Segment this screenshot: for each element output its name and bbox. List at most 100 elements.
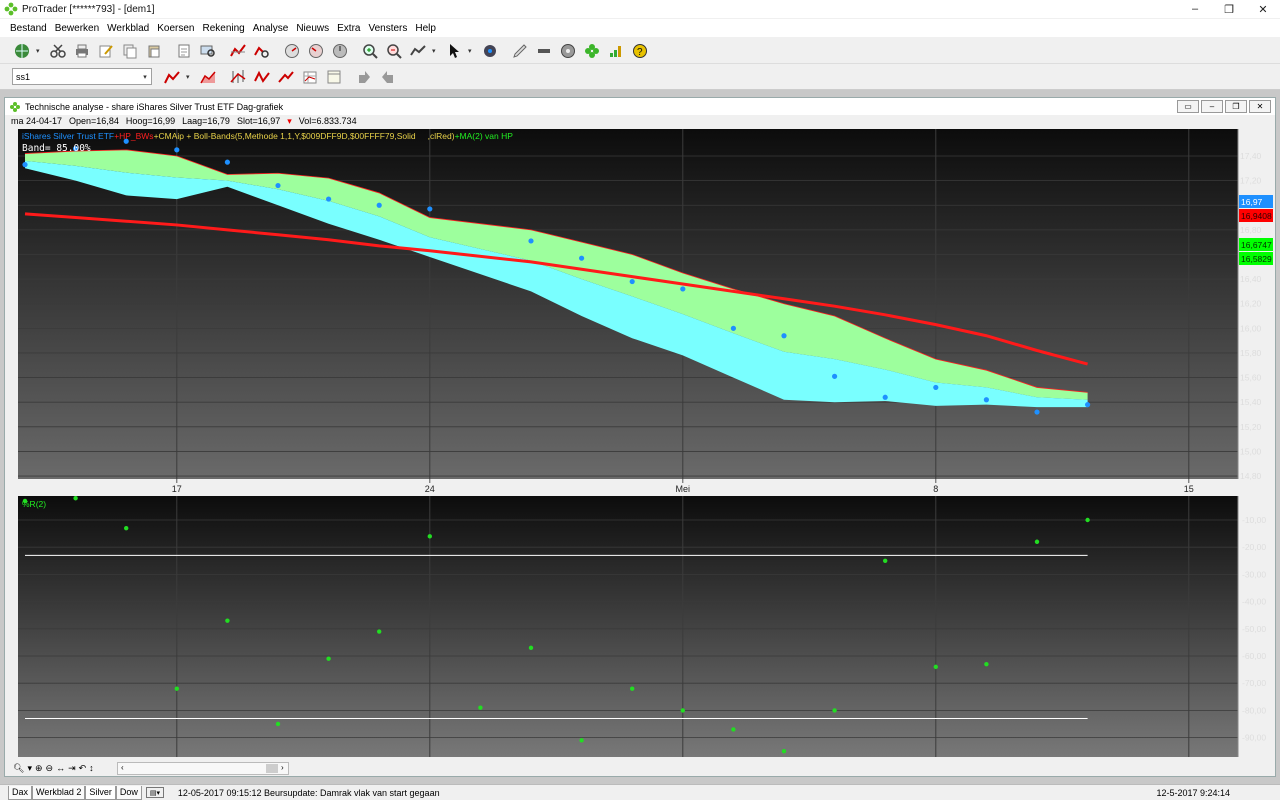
scroll-left-icon[interactable]: ‹: [121, 763, 124, 772]
legend-clred: ,clRed): [428, 131, 455, 141]
crosshair-icon[interactable]: [408, 41, 428, 61]
chevron-down-icon[interactable]: ▾: [186, 73, 194, 81]
menu-extra[interactable]: Extra: [337, 23, 360, 34]
sheet-icon[interactable]: [324, 67, 344, 87]
menu-help[interactable]: Help: [415, 23, 436, 34]
chart-search-icon[interactable]: [252, 41, 272, 61]
edit-icon[interactable]: [96, 41, 116, 61]
zoom-in-tool-icon[interactable]: [360, 41, 380, 61]
chart-window-restore-button[interactable]: ❐: [1225, 100, 1247, 113]
scale-icon[interactable]: ↕: [89, 763, 94, 773]
document-icon[interactable]: [174, 41, 194, 61]
r-tick-label: -30,00: [1242, 569, 1266, 579]
side-label: 16,9408: [1241, 211, 1272, 221]
chevron-down-icon[interactable]: ▾: [468, 47, 476, 55]
gauge-gray-icon[interactable]: [330, 41, 350, 61]
cursor-icon[interactable]: [444, 41, 464, 61]
price-point: [983, 397, 990, 403]
menu-analyse[interactable]: Analyse: [253, 23, 289, 34]
printer-icon[interactable]: [72, 41, 92, 61]
table-chart-icon[interactable]: [300, 67, 320, 87]
chart-window-minimize-button[interactable]: –: [1201, 100, 1223, 113]
chevron-down-icon[interactable]: ▾: [139, 73, 151, 81]
zoom-out-tool-icon[interactable]: [384, 41, 404, 61]
legend-ma: +MA(2) van HP: [455, 131, 514, 141]
tab-werkblad-2[interactable]: Werkblad 2: [32, 785, 86, 800]
gauge-icon[interactable]: [282, 41, 302, 61]
chevron-down-icon[interactable]: ▾: [27, 763, 32, 774]
chart-window: Technische analyse - share iShares Silve…: [4, 97, 1276, 777]
tab-list-icon[interactable]: ▤▾: [145, 787, 164, 798]
chart-line-icon[interactable]: [162, 67, 182, 87]
r-tick-label: -60,00: [1242, 651, 1266, 661]
worksheet-selector[interactable]: ss1 ▾: [12, 68, 152, 85]
chevron-down-icon[interactable]: ▾: [432, 47, 440, 55]
trend-icon[interactable]: [276, 67, 296, 87]
chart-window-close-button[interactable]: ✕: [1249, 100, 1271, 113]
price-point: [882, 394, 888, 400]
menu-bewerken[interactable]: Bewerken: [55, 23, 99, 34]
end-icon[interactable]: ⇥: [68, 763, 76, 774]
chart-window-title: Technische analyse - share iShares Silve…: [25, 101, 284, 112]
menu-nieuws[interactable]: Nieuws: [296, 23, 329, 34]
help-icon[interactable]: ?: [630, 41, 650, 61]
target-icon[interactable]: [480, 41, 500, 61]
zoom-out-icon[interactable]: ⊖: [46, 763, 54, 774]
chart-line-icon[interactable]: [228, 41, 248, 61]
scroll-thumb[interactable]: [266, 764, 278, 773]
menu-bestand[interactable]: Bestand: [10, 23, 47, 34]
ohlc-open: Open=16,84: [69, 116, 119, 126]
r-panel-label: %R(2): [22, 499, 46, 509]
chart-area-icon[interactable]: [198, 67, 218, 87]
chevron-down-icon[interactable]: ▾: [36, 47, 44, 55]
close-button[interactable]: ✕: [1246, 0, 1280, 18]
r-point: [377, 629, 382, 634]
price-point: [528, 238, 534, 244]
fit-icon[interactable]: ↔: [56, 763, 65, 773]
tab-dax[interactable]: Dax: [8, 785, 33, 800]
menu-werkblad[interactable]: Werkblad: [107, 23, 149, 34]
ohlc-close: Slot=16,97: [236, 116, 281, 126]
menu-vensters[interactable]: Vensters: [368, 23, 407, 34]
minimize-button[interactable]: –: [1178, 0, 1212, 18]
export-icon[interactable]: [378, 67, 398, 87]
tab-silver[interactable]: Silver: [85, 785, 116, 800]
globe-icon[interactable]: [12, 41, 32, 61]
signal-icon[interactable]: [606, 41, 626, 61]
scissors-icon[interactable]: [48, 41, 68, 61]
legend-indicator: +CMAip + Boll-Bands(5,Methode 1,1,Y,$009…: [154, 131, 416, 141]
gauge-red-icon[interactable]: [306, 41, 326, 61]
clover-icon[interactable]: [582, 41, 602, 61]
price-point: [174, 147, 180, 153]
legend-instrument: iShares Silver Trust ETF: [22, 131, 114, 141]
r-tick-label: -90,00: [1242, 733, 1266, 743]
ruler-icon[interactable]: [534, 41, 554, 61]
menu-rekening[interactable]: Rekening: [202, 23, 244, 34]
search-icon[interactable]: 🔍︎: [13, 763, 24, 774]
zoom-in-icon[interactable]: ⊕: [35, 763, 43, 774]
import-icon[interactable]: [354, 67, 374, 87]
restore-button[interactable]: ❐: [1212, 0, 1246, 18]
scroll-right-icon[interactable]: ›: [281, 763, 284, 772]
wave-icon[interactable]: [252, 67, 272, 87]
chart-window-tile-button[interactable]: ▭: [1177, 100, 1199, 113]
undo-icon[interactable]: ↶: [79, 763, 87, 774]
price-point: [832, 373, 838, 379]
price-point: [680, 286, 686, 292]
r-point: [478, 705, 483, 710]
chart-scrollbar[interactable]: ‹ ›: [117, 762, 289, 775]
candlestick-icon[interactable]: [228, 67, 248, 87]
screen-search-icon[interactable]: [198, 41, 218, 61]
legend-hp: +HP_BWs: [114, 131, 153, 141]
ohlc-date: ma 24-04-17: [11, 116, 63, 126]
ohlc-volume: ▾ Vol=6.833.734: [287, 116, 357, 126]
chart-area[interactable]: 17,4017,2017,0016,8016,6016,4016,2016,00…: [18, 129, 1273, 757]
copy-icon[interactable]: [120, 41, 140, 61]
menu-koersen[interactable]: Koersen: [157, 23, 194, 34]
r-point: [1085, 517, 1090, 523]
tab-dow[interactable]: Dow: [115, 785, 142, 800]
paste-icon[interactable]: [144, 41, 164, 61]
pencil-icon[interactable]: [510, 41, 530, 61]
r-tick-label: -80,00: [1242, 705, 1266, 715]
disc-icon[interactable]: [558, 41, 578, 61]
